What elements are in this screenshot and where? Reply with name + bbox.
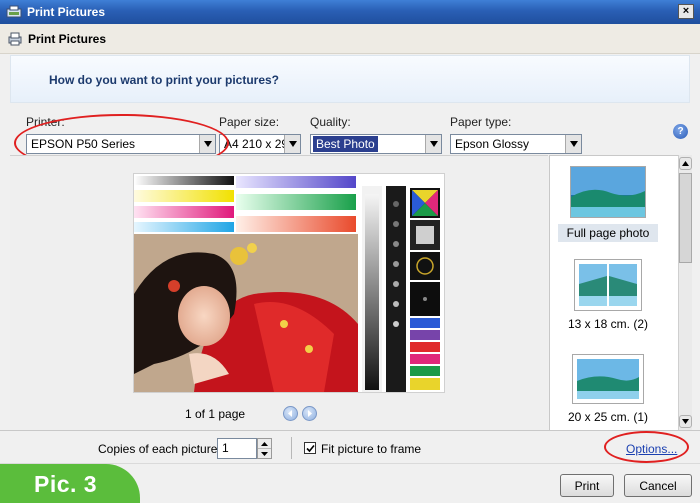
layout-list-scrollbar[interactable] [678,155,692,430]
page-indicator: 1 of 1 page [185,406,246,421]
layout-label: 20 x 25 cm. (1) [567,410,649,424]
preview-pane: 1 of 1 page [10,155,548,430]
increment-button[interactable] [258,439,271,449]
title-bar: Print Pictures × [0,0,700,24]
landscape-thumbnail-image [577,359,639,399]
print-preview-image [133,173,445,393]
checkmark-icon [305,444,315,452]
quality-dropdown[interactable]: Best Photo [310,134,442,154]
layout-list: Full page photo 13 x 18 cm. (2) 20 x 25 … [549,155,678,430]
print-pictures-app-icon [6,5,22,18]
arrow-right-icon [308,410,313,417]
fit-picture-checkbox[interactable] [304,442,316,454]
figure-badge: Pic. 3 [0,464,140,503]
chevron-down-icon[interactable] [565,135,581,153]
paper-type-dropdown[interactable]: Epson Glossy [450,134,582,154]
paper-size-dropdown[interactable]: A4 210 x 297 [219,134,301,154]
layout-thumbnail [572,354,644,404]
dialog-title: Print Pictures [28,31,107,46]
help-icon[interactable]: ? [673,124,688,139]
close-button[interactable]: × [678,4,694,19]
scroll-thumb[interactable] [679,173,692,263]
paper-type-label: Paper type: [450,115,512,129]
options-link[interactable]: Options... [626,442,677,456]
chevron-down-icon[interactable] [199,135,215,153]
paper-type-value: Epson Glossy [455,137,530,151]
layout-thumbnail [570,166,646,218]
layout-label: 13 x 18 cm. (2) [567,317,649,331]
quality-value: Best Photo [313,136,378,152]
printer-value: EPSON P50 Series [31,137,136,151]
paper-size-label: Paper size: [219,115,280,129]
chevron-up-icon [261,441,268,446]
chevron-down-icon[interactable] [284,135,300,153]
dialog-footer: Pic. 3 Print Cancel [0,463,700,503]
previous-page-button[interactable] [283,406,299,421]
layout-item-full-page-photo[interactable]: Full page photo [558,166,658,242]
printer-dropdown[interactable]: EPSON P50 Series [26,134,216,154]
printer-label: Printer: [26,115,65,129]
cancel-button[interactable]: Cancel [624,474,692,497]
fit-picture-label[interactable]: Fit picture to frame [321,442,421,456]
arrow-left-icon [288,410,293,417]
scroll-up-button[interactable] [679,157,692,170]
chevron-up-icon [682,161,689,166]
help-glyph: ? [677,126,684,137]
separator [291,437,292,459]
layout-item-20x25[interactable]: 20 x 25 cm. (1) [558,354,658,424]
landscape-thumbnail-image [571,167,645,217]
chevron-down-icon [261,452,268,456]
dialog-header: Print Pictures [0,24,700,54]
chevron-down-icon [682,419,689,424]
chevron-down-icon[interactable] [425,135,441,153]
test-print-picture [134,176,440,392]
printer-icon [8,32,22,45]
copies-stepper[interactable] [257,438,272,459]
quality-label: Quality: [310,115,351,129]
landscape-thumbnail-image [609,264,637,306]
copies-input[interactable]: 1 [217,438,257,459]
instruction-text: How do you want to print your pictures? [49,73,279,87]
next-page-button[interactable] [302,406,318,421]
layout-thumbnail [574,259,642,311]
layout-label: Full page photo [558,224,658,242]
window-title: Print Pictures [27,5,106,19]
copies-label: Copies of each picture: [98,442,221,456]
close-icon: × [682,5,690,17]
landscape-thumbnail-image [579,264,607,306]
page-navigator: 1 of 1 page [185,406,318,421]
instruction-banner: How do you want to print your pictures? [10,55,690,103]
decrement-button[interactable] [258,449,271,459]
print-options-row: Printer: EPSON P50 Series Paper size: A4… [0,103,700,155]
scroll-down-button[interactable] [679,415,692,428]
layout-item-13x18[interactable]: 13 x 18 cm. (2) [558,259,658,331]
copies-row: Copies of each picture: 1 Fit picture to… [0,430,700,463]
print-button[interactable]: Print [560,474,614,497]
